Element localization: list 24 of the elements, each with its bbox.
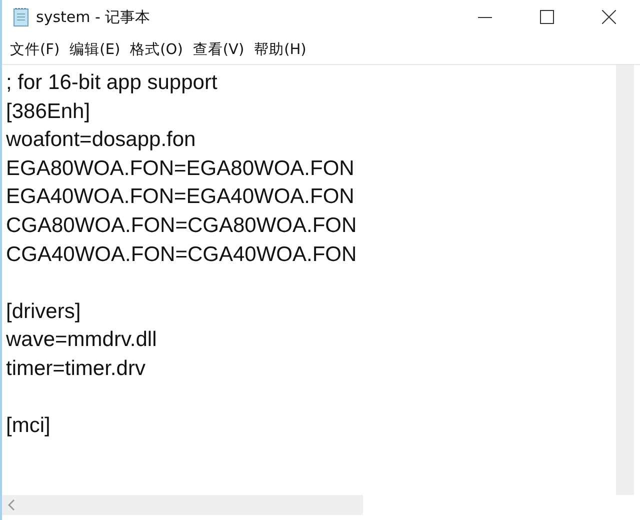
text-line: EGA40WOA.FON=EGA40WOA.FON [6,184,356,210]
window-title: system - 记事本 [36,8,152,26]
menu-item[interactable]: 文件(F) [6,40,64,58]
text-line: EGA80WOA.FON=EGA80WOA.FON [6,156,356,182]
text-line: [386Enh] [6,98,92,125]
menu-item[interactable]: 帮助(H) [250,40,310,58]
maximize-icon [540,10,554,24]
vertical-scrollbar[interactable] [616,65,634,495]
scroll-left-icon[interactable] [8,499,16,511]
horizontal-scrollbar[interactable] [2,495,363,515]
minimize-icon [478,16,492,18]
text-line: ; for 16-bit app support [6,70,218,96]
menu-item[interactable]: 查看(V) [188,40,248,58]
notepad-icon [12,7,30,27]
text-line: [mci] [6,413,52,440]
text-line: CGA80WOA.FON=CGA80WOA.FON [6,212,358,239]
menu-item[interactable]: 格式(O) [126,40,187,58]
text-line: wave=mmdrv.dll [6,327,158,354]
text-line: CGA40WOA.FON=CGA40WOA.FON [6,242,358,268]
text-line: timer=timer.drv [6,356,146,382]
close-icon [602,10,616,24]
menu-item[interactable]: 编辑(E) [66,40,124,58]
text-line: [drivers] [6,298,82,325]
text-line: woafont=dosapp.fon [6,127,197,154]
